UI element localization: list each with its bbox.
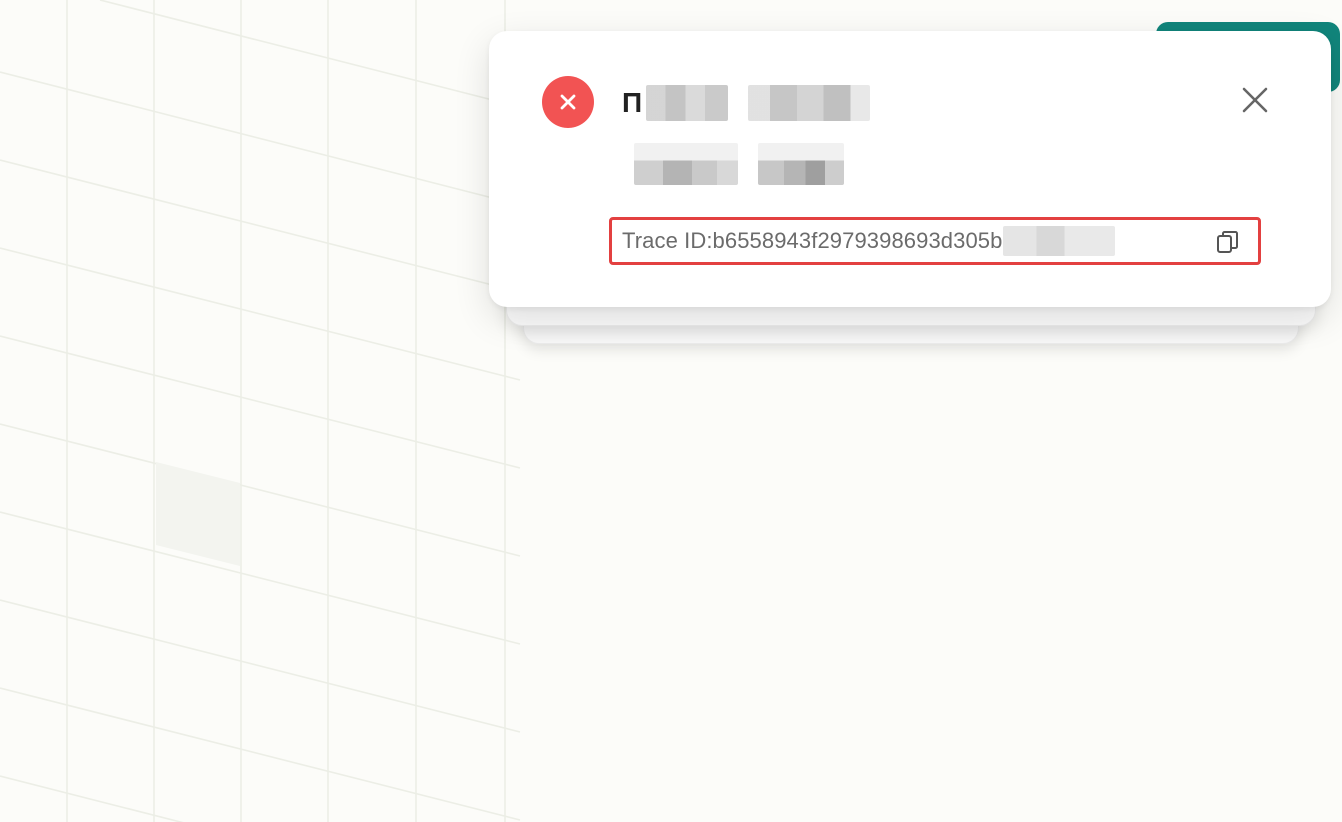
copy-trace-id-button[interactable] xyxy=(1214,228,1242,256)
toast-title-text: П xyxy=(622,87,643,118)
copy-icon xyxy=(1217,231,1238,253)
trace-id-label: Trace ID: xyxy=(622,228,713,253)
trace-id-value: b6558943f2979398693d305b xyxy=(712,228,1003,253)
redacted-trace-suffix xyxy=(1003,226,1116,256)
trace-id-row: Trace ID: b6558943f2979398693d305b xyxy=(609,217,1261,265)
toast-message xyxy=(634,141,844,187)
close-button[interactable] xyxy=(1238,83,1272,117)
redacted-title-part xyxy=(646,85,729,121)
error-x-icon xyxy=(542,76,594,128)
error-toast: П Trace ID: b6558943f2979398693d305b xyxy=(489,31,1331,307)
toast-title: П xyxy=(622,81,871,125)
app-canvas: П Trace ID: b6558943f2979398693d305b xyxy=(0,0,1342,822)
redacted-message-part xyxy=(758,143,844,185)
close-icon xyxy=(1242,87,1268,113)
redacted-title-part xyxy=(748,85,871,121)
redacted-message-part xyxy=(634,143,738,185)
